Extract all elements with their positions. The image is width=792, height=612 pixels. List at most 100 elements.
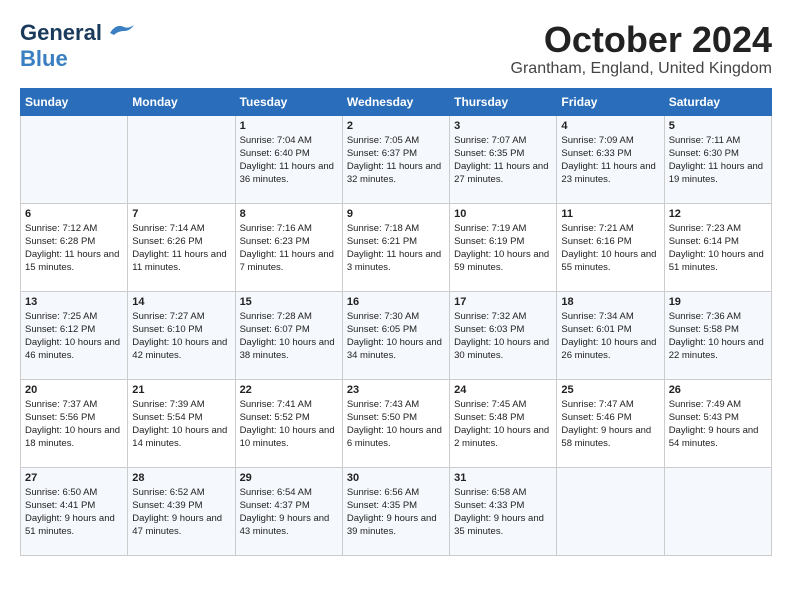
- day-number: 16: [347, 296, 445, 308]
- weekday-header-monday: Monday: [128, 88, 235, 115]
- calendar-cell: 17 Sunrise: 7:32 AMSunset: 6:03 PMDayligh…: [450, 291, 557, 379]
- day-detail: Sunrise: 7:41 AMSunset: 5:52 PMDaylight:…: [240, 399, 335, 450]
- weekday-header-saturday: Saturday: [664, 88, 771, 115]
- day-detail: Sunrise: 7:19 AMSunset: 6:19 PMDaylight:…: [454, 223, 549, 274]
- calendar-cell: 14Sunrise: 7:27 AMSunset: 6:10 PMDayligh…: [128, 291, 235, 379]
- day-detail: Sunrise: 7:25 AMSunset: 6:12 PMDaylight:…: [25, 311, 120, 362]
- weekday-header-thursday: Thursday: [450, 88, 557, 115]
- day-detail: Sunrise: 7:18 AMSunset: 6:21 PMDaylight:…: [347, 223, 441, 274]
- logo-general: General: [20, 20, 102, 46]
- calendar-cell: [557, 467, 664, 555]
- calendar-cell: [21, 115, 128, 203]
- week-row-3: 13 Sunrise: 7:25 AMSunset: 6:12 PMDayligh…: [21, 291, 772, 379]
- day-detail: Sunrise: 7:23 AMSunset: 6:14 PMDaylight:…: [669, 223, 764, 274]
- day-detail: Sunrise: 7:47 AMSunset: 5:46 PMDaylight:…: [561, 399, 651, 450]
- day-detail: Sunrise: 7:21 AMSunset: 6:16 PMDaylight:…: [561, 223, 656, 274]
- week-row-4: 20 Sunrise: 7:37 AMSunset: 5:56 PMDayligh…: [21, 379, 772, 467]
- day-detail: Sunrise: 7:28 AMSunset: 6:07 PMDaylight:…: [240, 311, 335, 362]
- day-number: 12: [669, 208, 767, 220]
- calendar-cell: 19 Sunrise: 7:36 AMSunset: 5:58 PMDayligh…: [664, 291, 771, 379]
- calendar-cell: 31 Sunrise: 6:58 AMSunset: 4:33 PMDayligh…: [450, 467, 557, 555]
- day-number: 13: [25, 296, 123, 308]
- calendar-cell: 24 Sunrise: 7:45 AMSunset: 5:48 PMDayligh…: [450, 379, 557, 467]
- day-number: 23: [347, 384, 445, 396]
- day-detail: Sunrise: 7:36 AMSunset: 5:58 PMDaylight:…: [669, 311, 764, 362]
- page-header: General Blue October 2024 Grantham, Engl…: [20, 20, 772, 78]
- day-number: 30: [347, 472, 445, 484]
- calendar-cell: [128, 115, 235, 203]
- day-number: 7: [132, 208, 230, 220]
- weekday-header-friday: Friday: [557, 88, 664, 115]
- day-number: 27: [25, 472, 123, 484]
- calendar-cell: 30 Sunrise: 6:56 AMSunset: 4:35 PMDayligh…: [342, 467, 449, 555]
- calendar-cell: 4 Sunrise: 7:09 AMSunset: 6:33 PMDaylight…: [557, 115, 664, 203]
- day-number: 19: [669, 296, 767, 308]
- day-number: 15: [240, 296, 338, 308]
- day-number: 10: [454, 208, 552, 220]
- day-detail: Sunrise: 7:07 AMSunset: 6:35 PMDaylight:…: [454, 135, 548, 186]
- day-detail: Sunrise: 6:58 AMSunset: 4:33 PMDaylight:…: [454, 487, 544, 538]
- day-detail: Sunrise: 7:09 AMSunset: 6:33 PMDaylight:…: [561, 135, 655, 186]
- day-number: 18: [561, 296, 659, 308]
- week-row-5: 27 Sunrise: 6:50 AMSunset: 4:41 PMDayligh…: [21, 467, 772, 555]
- day-number: 31: [454, 472, 552, 484]
- calendar-cell: 21 Sunrise: 7:39 AMSunset: 5:54 PMDayligh…: [128, 379, 235, 467]
- day-detail: Sunrise: 7:11 AMSunset: 6:30 PMDaylight:…: [669, 135, 763, 186]
- calendar-cell: 13 Sunrise: 7:25 AMSunset: 6:12 PMDayligh…: [21, 291, 128, 379]
- calendar-table: SundayMondayTuesdayWednesdayThursdayFrid…: [20, 88, 772, 556]
- day-detail: Sunrise: 6:54 AMSunset: 4:37 PMDaylight:…: [240, 487, 330, 538]
- weekday-header-row: SundayMondayTuesdayWednesdayThursdayFrid…: [21, 88, 772, 115]
- calendar-cell: 10 Sunrise: 7:19 AMSunset: 6:19 PMDayligh…: [450, 203, 557, 291]
- calendar-cell: 9Sunrise: 7:18 AMSunset: 6:21 PMDaylight…: [342, 203, 449, 291]
- calendar-cell: 20 Sunrise: 7:37 AMSunset: 5:56 PMDayligh…: [21, 379, 128, 467]
- day-detail: Sunrise: 7:05 AMSunset: 6:37 PMDaylight:…: [347, 135, 441, 186]
- day-number: 17: [454, 296, 552, 308]
- day-number: 2: [347, 120, 445, 132]
- calendar-cell: 6 Sunrise: 7:12 AMSunset: 6:28 PMDaylight…: [21, 203, 128, 291]
- weekday-header-sunday: Sunday: [21, 88, 128, 115]
- calendar-cell: 28 Sunrise: 6:52 AMSunset: 4:39 PMDayligh…: [128, 467, 235, 555]
- calendar-cell: 1Sunrise: 7:04 AMSunset: 6:40 PMDaylight…: [235, 115, 342, 203]
- month-title: October 2024: [511, 20, 772, 60]
- calendar-cell: 26 Sunrise: 7:49 AMSunset: 5:43 PMDayligh…: [664, 379, 771, 467]
- day-number: 28: [132, 472, 230, 484]
- day-detail: Sunrise: 6:56 AMSunset: 4:35 PMDaylight:…: [347, 487, 437, 538]
- logo: General Blue: [20, 20, 134, 72]
- calendar-cell: 22 Sunrise: 7:41 AMSunset: 5:52 PMDayligh…: [235, 379, 342, 467]
- day-number: 5: [669, 120, 767, 132]
- calendar-cell: 23 Sunrise: 7:43 AMSunset: 5:50 PMDayligh…: [342, 379, 449, 467]
- day-detail: Sunrise: 7:45 AMSunset: 5:48 PMDaylight:…: [454, 399, 549, 450]
- day-detail: Sunrise: 7:16 AMSunset: 6:23 PMDaylight:…: [240, 223, 334, 274]
- day-number: 25: [561, 384, 659, 396]
- logo-bird-icon: [106, 21, 134, 41]
- day-detail: Sunrise: 7:37 AMSunset: 5:56 PMDaylight:…: [25, 399, 120, 450]
- day-number: 21: [132, 384, 230, 396]
- calendar-cell: 27 Sunrise: 6:50 AMSunset: 4:41 PMDayligh…: [21, 467, 128, 555]
- day-number: 8: [240, 208, 338, 220]
- day-detail: Sunrise: 7:12 AMSunset: 6:28 PMDaylight:…: [25, 223, 119, 274]
- day-number: 26: [669, 384, 767, 396]
- day-number: 20: [25, 384, 123, 396]
- weekday-header-tuesday: Tuesday: [235, 88, 342, 115]
- day-detail: Sunrise: 6:50 AMSunset: 4:41 PMDaylight:…: [25, 487, 115, 538]
- day-detail: Sunrise: 6:52 AMSunset: 4:39 PMDaylight:…: [132, 487, 222, 538]
- day-number: 6: [25, 208, 123, 220]
- day-detail: Sunrise: 7:32 AMSunset: 6:03 PMDaylight:…: [454, 311, 549, 362]
- weekday-header-wednesday: Wednesday: [342, 88, 449, 115]
- day-number: 1: [240, 120, 338, 132]
- calendar-cell: 2 Sunrise: 7:05 AMSunset: 6:37 PMDaylight…: [342, 115, 449, 203]
- title-block: October 2024 Grantham, England, United K…: [511, 20, 772, 78]
- day-detail: Sunrise: 7:14 AMSunset: 6:26 PMDaylight:…: [132, 223, 226, 274]
- day-number: 3: [454, 120, 552, 132]
- calendar-cell: 8 Sunrise: 7:16 AMSunset: 6:23 PMDaylight…: [235, 203, 342, 291]
- day-detail: Sunrise: 7:43 AMSunset: 5:50 PMDaylight:…: [347, 399, 442, 450]
- day-number: 29: [240, 472, 338, 484]
- day-number: 24: [454, 384, 552, 396]
- day-detail: Sunrise: 7:39 AMSunset: 5:54 PMDaylight:…: [132, 399, 227, 450]
- day-number: 22: [240, 384, 338, 396]
- calendar-cell: 5 Sunrise: 7:11 AMSunset: 6:30 PMDaylight…: [664, 115, 771, 203]
- calendar-cell: 12 Sunrise: 7:23 AMSunset: 6:14 PMDayligh…: [664, 203, 771, 291]
- day-number: 4: [561, 120, 659, 132]
- day-detail: Sunrise: 7:30 AMSunset: 6:05 PMDaylight:…: [347, 311, 442, 362]
- day-detail: Sunrise: 7:49 AMSunset: 5:43 PMDaylight:…: [669, 399, 759, 450]
